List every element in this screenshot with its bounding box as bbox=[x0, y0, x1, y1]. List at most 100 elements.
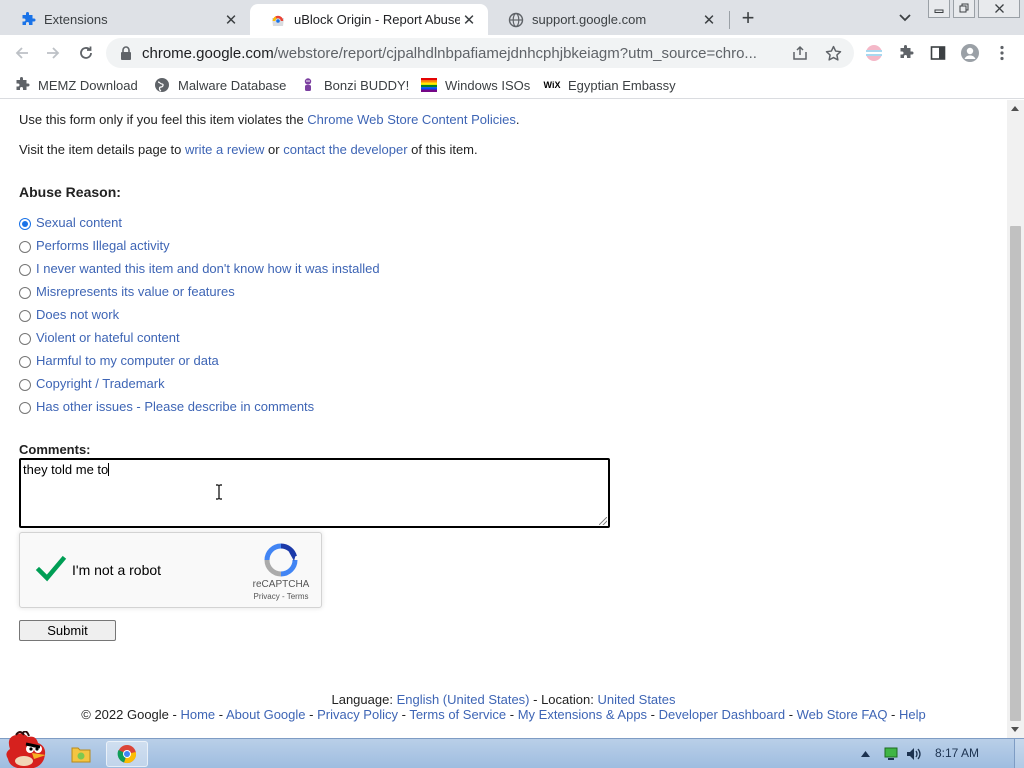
footer-about-link[interactable]: About Google bbox=[226, 707, 306, 722]
reload-button[interactable] bbox=[73, 40, 99, 66]
language-link[interactable]: English (United States) bbox=[397, 692, 530, 707]
radio-button[interactable] bbox=[19, 240, 31, 253]
footer-developer-dashboard-link[interactable]: Developer Dashboard bbox=[659, 707, 785, 722]
radio-label[interactable]: Sexual content bbox=[36, 215, 122, 230]
show-desktop-button[interactable] bbox=[1014, 739, 1024, 768]
radio-label[interactable]: Has other issues - Please describe in co… bbox=[36, 399, 314, 414]
bookmark-star-icon[interactable] bbox=[823, 43, 843, 63]
footer-my-extensions-link[interactable]: My Extensions & Apps bbox=[518, 707, 647, 722]
abuse-reason-heading: Abuse Reason: bbox=[19, 184, 121, 200]
globe-icon bbox=[508, 12, 524, 28]
comments-textarea[interactable]: they told me to bbox=[19, 458, 610, 528]
recaptcha-terms[interactable]: Privacy - Terms bbox=[248, 592, 314, 601]
minimize-button[interactable] bbox=[928, 0, 950, 18]
bookmark-memz[interactable]: MEMZ Download bbox=[14, 75, 138, 95]
bookmark-label: MEMZ Download bbox=[38, 77, 138, 93]
details-note-end: of this item. bbox=[407, 142, 478, 157]
angry-bird-start-icon[interactable] bbox=[2, 731, 50, 768]
close-window-button[interactable] bbox=[978, 0, 1020, 18]
bookmark-egyptian-embassy[interactable]: WiX Egyptian Embassy bbox=[544, 75, 676, 95]
footer-help-link[interactable]: Help bbox=[899, 707, 926, 722]
globe-icon bbox=[154, 77, 170, 93]
footer-sep: - bbox=[887, 707, 899, 722]
close-icon[interactable]: ✕ bbox=[460, 11, 478, 29]
tab-search-button[interactable] bbox=[893, 7, 917, 29]
footer-faq-link[interactable]: Web Store FAQ bbox=[797, 707, 888, 722]
back-button[interactable] bbox=[9, 40, 35, 66]
checkmark-icon[interactable] bbox=[35, 553, 67, 585]
radio-label[interactable]: Performs Illegal activity bbox=[36, 238, 170, 253]
radio-option-violent[interactable]: Violent or hateful content bbox=[19, 328, 180, 346]
profile-avatar-icon[interactable] bbox=[959, 42, 981, 64]
bookmark-malware-database[interactable]: Malware Database bbox=[154, 75, 286, 95]
radio-label[interactable]: Violent or hateful content bbox=[36, 330, 180, 345]
taskbar-clock[interactable]: 8:17 AM bbox=[935, 746, 979, 760]
radio-label[interactable]: Harmful to my computer or data bbox=[36, 353, 219, 368]
page-content: Use this form only if you feel this item… bbox=[0, 100, 1007, 738]
resize-handle[interactable] bbox=[599, 517, 607, 525]
radio-option-sexual-content[interactable]: Sexual content bbox=[19, 213, 122, 231]
radio-button[interactable] bbox=[19, 332, 31, 345]
page-scrollbar[interactable] bbox=[1007, 100, 1024, 738]
tab-extensions[interactable]: Extensions ✕ bbox=[0, 4, 250, 35]
side-panel-icon[interactable] bbox=[927, 42, 949, 64]
radio-option-does-not-work[interactable]: Does not work bbox=[19, 305, 119, 323]
network-icon[interactable] bbox=[881, 743, 901, 765]
footer-terms-link[interactable]: Terms of Service bbox=[409, 707, 506, 722]
footer-privacy-link[interactable]: Privacy Policy bbox=[317, 707, 398, 722]
radio-option-copyright[interactable]: Copyright / Trademark bbox=[19, 374, 165, 392]
tab-report-abuse[interactable]: uBlock Origin - Report Abuse ✕ bbox=[250, 4, 488, 35]
radio-button[interactable] bbox=[19, 217, 31, 230]
taskbar-explorer[interactable] bbox=[62, 741, 100, 767]
footer-sep: - bbox=[785, 707, 797, 722]
radio-label[interactable]: Misrepresents its value or features bbox=[36, 284, 235, 299]
address-bar[interactable]: chrome.google.com/webstore/report/cjpalh… bbox=[106, 38, 854, 68]
radio-button[interactable] bbox=[19, 355, 31, 368]
submit-button[interactable]: Submit bbox=[19, 620, 116, 641]
bookmark-windows-isos[interactable]: Windows ISOs bbox=[421, 75, 530, 95]
scroll-down-arrow-icon[interactable] bbox=[1011, 727, 1019, 732]
content-policies-link[interactable]: Chrome Web Store Content Policies bbox=[307, 112, 516, 127]
radio-option-other-issues[interactable]: Has other issues - Please describe in co… bbox=[19, 397, 314, 415]
extension-avatar-icon[interactable] bbox=[863, 42, 885, 64]
bookmark-label: Windows ISOs bbox=[445, 77, 531, 93]
radio-button[interactable] bbox=[19, 309, 31, 322]
footer-home-link[interactable]: Home bbox=[180, 707, 215, 722]
lock-icon[interactable] bbox=[118, 45, 134, 61]
close-icon[interactable]: ✕ bbox=[700, 11, 718, 29]
back-arrow-icon bbox=[15, 47, 28, 59]
menu-kebab-icon[interactable] bbox=[991, 42, 1013, 64]
radio-label[interactable]: Copyright / Trademark bbox=[36, 376, 165, 391]
scrollbar-thumb[interactable] bbox=[1010, 226, 1021, 721]
new-tab-button[interactable]: + bbox=[735, 5, 761, 30]
radio-label[interactable]: I never wanted this item and don't know … bbox=[36, 261, 380, 276]
write-review-link[interactable]: write a review bbox=[185, 142, 264, 157]
recaptcha-label[interactable]: I'm not a robot bbox=[72, 562, 161, 578]
tab-support[interactable]: support.google.com ✕ bbox=[488, 4, 728, 35]
radio-button[interactable] bbox=[19, 401, 31, 414]
tray-expand-icon[interactable] bbox=[858, 743, 872, 765]
radio-option-misrepresents[interactable]: Misrepresents its value or features bbox=[19, 282, 235, 300]
restore-icon bbox=[959, 3, 968, 13]
radio-option-illegal-activity[interactable]: Performs Illegal activity bbox=[19, 236, 170, 254]
restore-button[interactable] bbox=[953, 0, 975, 18]
radio-option-harmful[interactable]: Harmful to my computer or data bbox=[19, 351, 219, 369]
radio-button[interactable] bbox=[19, 263, 31, 276]
location-link[interactable]: United States bbox=[597, 692, 675, 707]
bookmark-bonzi-buddy[interactable]: Bonzi BUDDY! bbox=[300, 75, 409, 95]
radio-button[interactable] bbox=[19, 286, 31, 299]
radio-button[interactable] bbox=[19, 378, 31, 391]
radio-label[interactable]: Does not work bbox=[36, 307, 119, 322]
footer-sep: - bbox=[647, 707, 659, 722]
volume-icon[interactable] bbox=[904, 743, 924, 765]
taskbar-chrome[interactable] bbox=[106, 741, 148, 767]
share-icon[interactable] bbox=[790, 43, 810, 63]
extensions-puzzle-icon[interactable] bbox=[895, 42, 917, 64]
forward-button[interactable] bbox=[40, 40, 66, 66]
radio-option-never-wanted[interactable]: I never wanted this item and don't know … bbox=[19, 259, 380, 277]
scroll-up-arrow-icon[interactable] bbox=[1011, 106, 1019, 111]
tab-title: Extensions bbox=[44, 12, 108, 27]
url-text[interactable]: chrome.google.com/webstore/report/cjpalh… bbox=[142, 45, 782, 62]
contact-developer-link[interactable]: contact the developer bbox=[283, 142, 407, 157]
close-icon[interactable]: ✕ bbox=[222, 11, 240, 29]
